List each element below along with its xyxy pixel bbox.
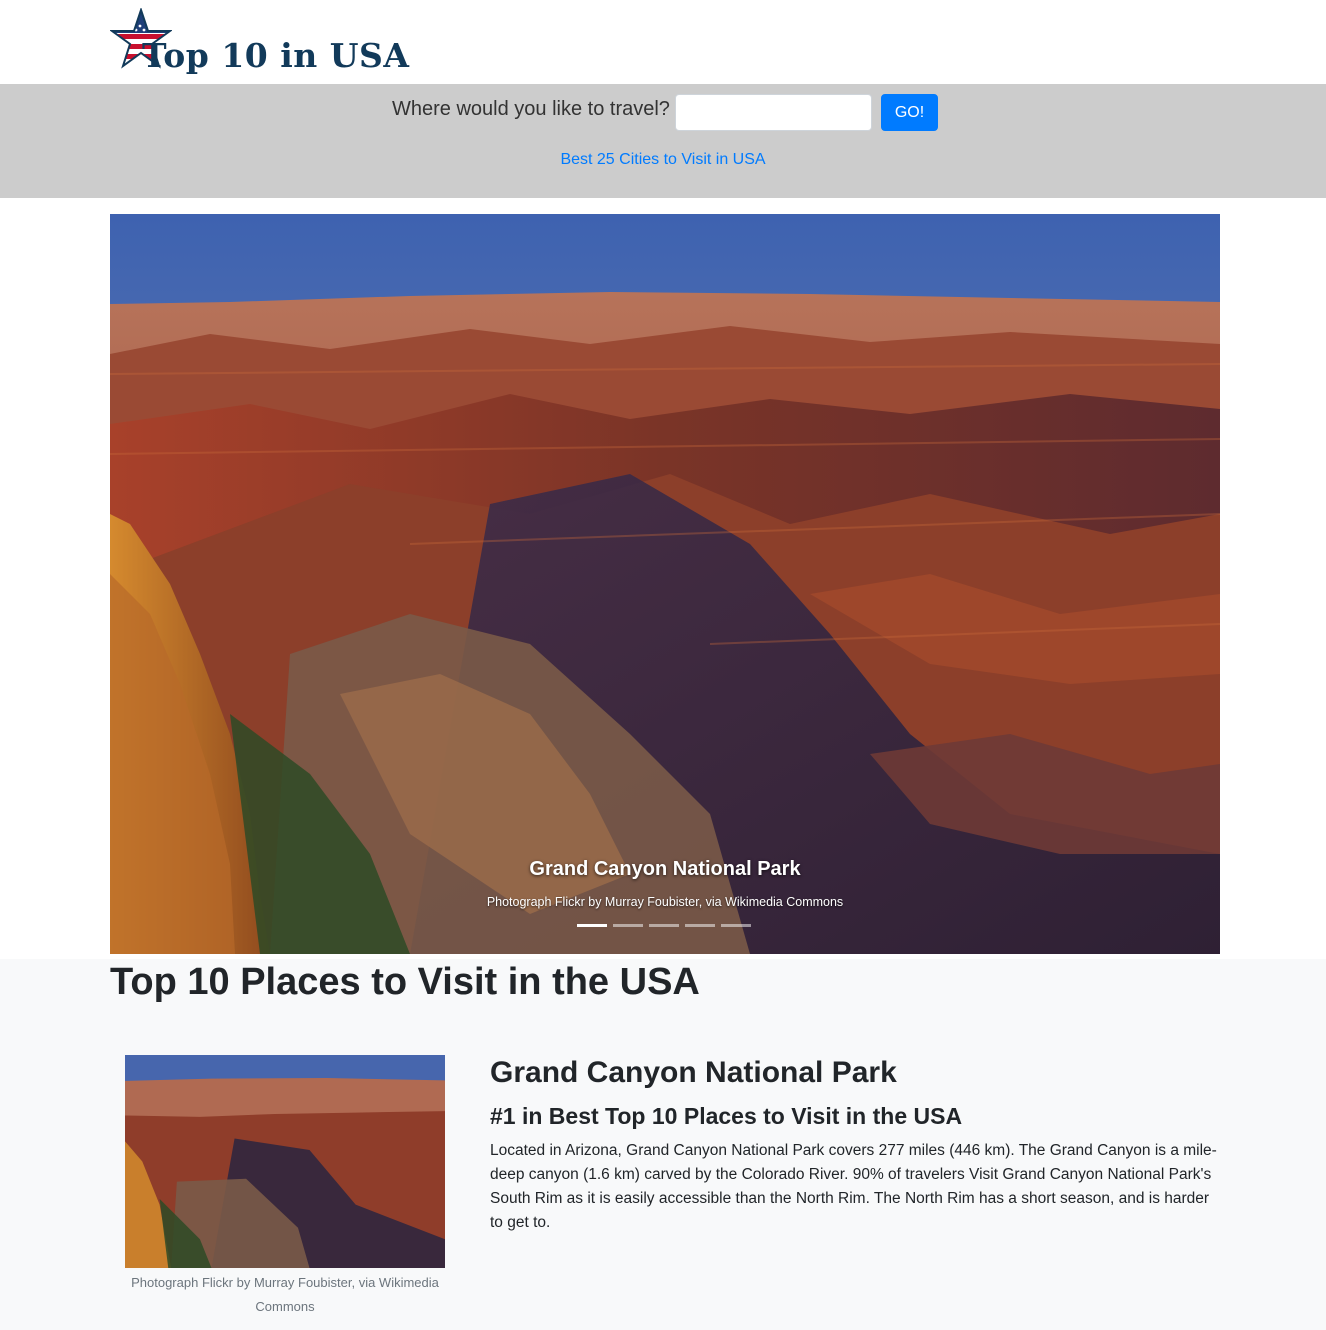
place-thumbnail[interactable]	[125, 1055, 445, 1268]
grand-canyon-thumbnail-image	[125, 1055, 445, 1268]
carousel-indicator-5[interactable]	[721, 924, 751, 927]
hero-carousel[interactable]: Grand Canyon National Park Photograph Fl…	[110, 214, 1220, 954]
place-name: Grand Canyon National Park	[490, 1056, 897, 1089]
carousel-indicator-4[interactable]	[685, 924, 715, 927]
place-rank: #1 in Best Top 10 Places to Visit in the…	[490, 1103, 963, 1129]
page-title: Top 10 Places to Visit in the USA	[110, 961, 700, 1003]
carousel-indicator-2[interactable]	[613, 924, 643, 927]
best-25-cities-link[interactable]: Best 25 Cities to Visit in USA	[0, 151, 1326, 169]
search-label: Where would you like to travel?	[392, 98, 670, 120]
carousel-indicators	[577, 924, 757, 930]
go-button[interactable]: GO!	[881, 94, 938, 131]
thumbnail-credit: Photograph Flickr by Murray Foubister, v…	[131, 1275, 439, 1314]
logo-text: Top 10 in USA	[142, 36, 410, 75]
site-header: Top 10 in USA	[0, 0, 1326, 84]
main-section: Top 10 Places to Visit in the USA Photog…	[0, 959, 1326, 1330]
place-description: Located in Arizona, Grand Canyon Nationa…	[490, 1142, 1217, 1231]
site-logo[interactable]: Top 10 in USA	[110, 6, 430, 76]
carousel-caption-title: Grand Canyon National Park	[529, 858, 801, 880]
carousel-caption-credit: Photograph Flickr by Murray Foubister, v…	[486, 895, 844, 909]
carousel-indicator-1[interactable]	[577, 924, 607, 927]
search-band: Where would you like to travel? GO! Best…	[0, 84, 1326, 198]
search-input[interactable]	[675, 94, 872, 131]
carousel-indicator-3[interactable]	[649, 924, 679, 927]
grand-canyon-slide-image	[110, 214, 1220, 954]
